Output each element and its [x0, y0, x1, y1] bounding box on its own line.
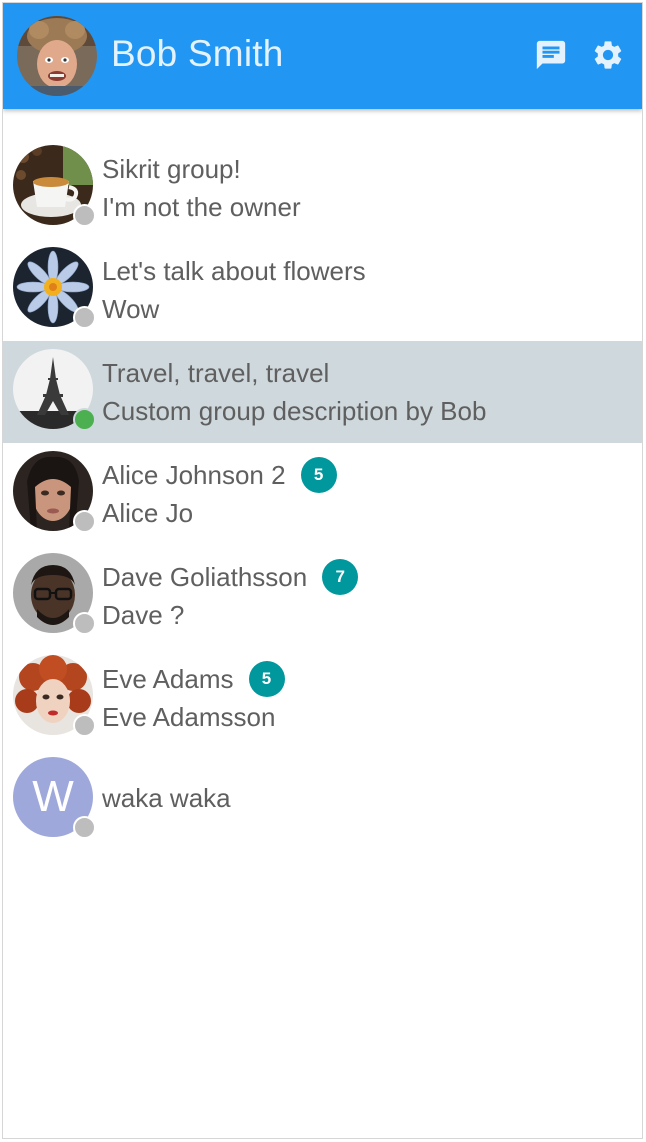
contact-avatar: [13, 247, 96, 329]
contact-subtitle: Alice Jo: [102, 498, 194, 528]
contact-item[interactable]: W waka waka: [3, 749, 642, 851]
new-chat-button[interactable]: [531, 35, 571, 75]
contact-item[interactable]: Dave Goliathsson 7 Dave ?: [3, 545, 642, 647]
contact-subtitle: Custom group description by Bob: [102, 396, 487, 426]
contact-subtitle: Eve Adamsson: [102, 702, 276, 732]
contact-list: Sikrit group! I'm not the owner Let's ta…: [3, 137, 642, 851]
contact-item[interactable]: Sikrit group! I'm not the owner: [3, 137, 642, 239]
app-window: Bob Smith Sikrit group! I'm not the owne…: [2, 2, 643, 1139]
unread-count-badge: 5: [248, 661, 285, 697]
unread-count-badge: 7: [322, 559, 359, 595]
chat-icon: [536, 40, 566, 70]
contact-name: waka waka: [102, 782, 231, 813]
contact-avatar: [13, 451, 96, 533]
contact-subtitle: I'm not the owner: [102, 192, 301, 222]
status-indicator: [73, 204, 96, 227]
settings-button[interactable]: [588, 35, 628, 75]
contact-avatar: [13, 655, 96, 737]
status-indicator: [73, 408, 96, 431]
status-indicator: [73, 714, 96, 737]
status-indicator: [73, 612, 96, 635]
contact-subtitle: Wow: [102, 294, 160, 324]
app-bar: Bob Smith: [3, 3, 642, 109]
contact-name: Alice Johnson 2: [102, 459, 286, 490]
contact-avatar: W: [13, 757, 96, 839]
contact-item[interactable]: Alice Johnson 2 5 Alice Jo: [3, 443, 642, 545]
contact-subtitle: Dave ?: [102, 600, 185, 630]
unread-count-badge: 5: [300, 457, 337, 493]
page-title: Bob Smith: [111, 33, 284, 74]
contact-item[interactable]: Eve Adams 5 Eve Adamsson: [3, 647, 642, 749]
contact-avatar: [13, 145, 96, 227]
contact-name: Eve Adams: [102, 663, 234, 694]
contact-avatar: [13, 553, 96, 635]
contact-item-selected[interactable]: Travel, travel, travel Custom group desc…: [3, 341, 642, 443]
status-indicator: [73, 306, 96, 329]
contact-avatar: [13, 349, 96, 431]
contact-name: Dave Goliathsson: [102, 561, 308, 592]
contact-name: Travel, travel, travel: [102, 357, 330, 388]
status-indicator: [73, 510, 96, 533]
user-avatar[interactable]: [17, 16, 97, 96]
gear-icon: [594, 41, 622, 69]
contact-name: Sikrit group!: [102, 153, 241, 184]
contact-name: Let's talk about flowers: [102, 255, 366, 286]
status-indicator: [73, 816, 96, 839]
contact-item[interactable]: Let's talk about flowers Wow: [3, 239, 642, 341]
